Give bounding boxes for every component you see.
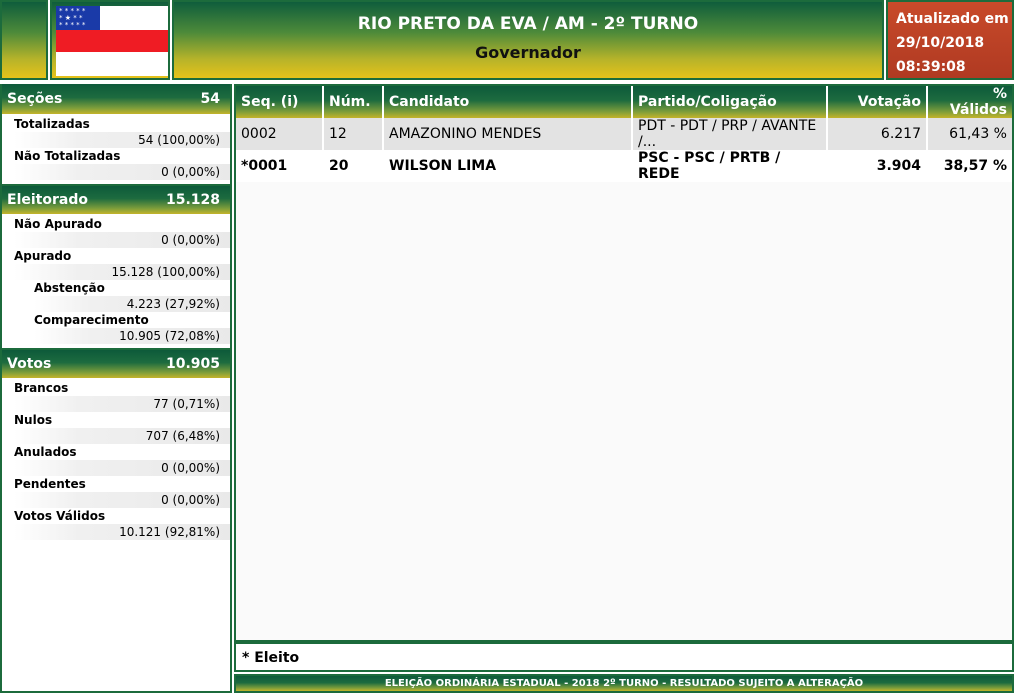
updated-label: Atualizado em xyxy=(896,11,1009,27)
cell-validos: 38,57 % xyxy=(927,150,1012,182)
totalizadas-value: 54 (100,00%) xyxy=(14,132,230,148)
column-header-num[interactable]: Núm. xyxy=(323,86,384,118)
cell-num: 20 xyxy=(323,150,384,182)
anulados-label: Anulados xyxy=(14,445,77,459)
office-subtitle: Governador xyxy=(475,43,581,62)
nao-apurado-value: 0 (0,00%) xyxy=(14,232,230,248)
amazonas-flag-icon: * * * * * * ★ * * * * * * * xyxy=(56,6,168,76)
comparecimento-label: Comparecimento xyxy=(34,313,149,327)
cell-num: 12 xyxy=(323,118,384,150)
votos-header: Votos 10.905 xyxy=(2,348,230,378)
apurado-label: Apurado xyxy=(14,249,72,263)
votos-label: Votos xyxy=(7,356,52,372)
column-header-validos[interactable]: % Válidos xyxy=(927,86,1012,118)
column-header-partido[interactable]: Partido/Coligação xyxy=(632,86,828,118)
header-left-panel xyxy=(0,0,48,80)
nulos-label: Nulos xyxy=(14,413,53,427)
status-footer-bar: ELEIÇÃO ORDINÁRIA ESTADUAL - 2018 2º TUR… xyxy=(234,674,1014,693)
comparecimento-value: 10.905 (72,08%) xyxy=(34,328,230,344)
column-header-votacao[interactable]: Votação xyxy=(827,86,928,118)
votos-validos-label: Votos Válidos xyxy=(14,509,106,523)
eleitorado-header: Eleitorado 15.128 xyxy=(2,184,230,214)
nao-totalizadas-value: 0 (0,00%) xyxy=(14,164,230,180)
updated-time: 08:39:08 xyxy=(896,59,966,75)
column-header-candidato[interactable]: Candidato xyxy=(383,86,633,118)
cell-votacao: 3.904 xyxy=(827,150,928,182)
eleitorado-label: Eleitorado xyxy=(7,192,88,208)
votos-value: 10.905 xyxy=(165,356,220,372)
nao-totalizadas-label: Não Totalizadas xyxy=(14,149,121,163)
totalizadas-label: Totalizadas xyxy=(14,117,90,131)
cell-votacao: 6.217 xyxy=(827,118,928,150)
secoes-label: Seções xyxy=(7,91,63,107)
flag-panel: * * * * * * ★ * * * * * * * xyxy=(50,0,170,80)
stats-panel: Seções 54 Totalizadas 54 (100,00%) Não T… xyxy=(0,84,232,693)
page-title: RIO PRETO DA EVA / AM - 2º TURNO xyxy=(357,14,699,34)
results-table-panel: Seq. (i) Núm. Candidato Partido/Coligaçã… xyxy=(234,84,1014,642)
updated-date: 29/10/2018 xyxy=(896,35,985,51)
apurado-value: 15.128 (100,00%) xyxy=(14,264,230,280)
cell-validos: 61,43 % xyxy=(927,118,1012,150)
abstencao-label: Abstenção xyxy=(34,281,105,295)
elected-note: * Eleito xyxy=(234,642,1014,672)
brancos-label: Brancos xyxy=(14,381,69,395)
secoes-value: 54 xyxy=(200,91,220,107)
nulos-value: 707 (6,48%) xyxy=(14,428,230,444)
cell-seq: 0002 xyxy=(236,118,324,150)
update-timestamp-panel: Atualizado em 29/10/2018 08:39:08 xyxy=(886,0,1014,80)
table-row: *0001 20 WILSON LIMA PSC - PSC / PRTB / … xyxy=(236,150,1012,182)
pendentes-value: 0 (0,00%) xyxy=(14,492,230,508)
eleitorado-value: 15.128 xyxy=(165,192,220,208)
nao-apurado-label: Não Apurado xyxy=(14,217,102,231)
results-table: Seq. (i) Núm. Candidato Partido/Coligaçã… xyxy=(236,86,1012,182)
cell-seq: *0001 xyxy=(236,150,324,182)
column-header-seq[interactable]: Seq. (i) xyxy=(236,86,324,118)
votos-validos-value: 10.121 (92,81%) xyxy=(14,524,230,540)
secoes-header: Seções 54 xyxy=(2,84,230,114)
cell-candidato: WILSON LIMA xyxy=(383,150,633,182)
cell-partido: PSC - PSC / PRTB / REDE xyxy=(632,150,828,182)
cell-candidato: AMAZONINO MENDES xyxy=(383,118,633,150)
brancos-value: 77 (0,71%) xyxy=(14,396,230,412)
anulados-value: 0 (0,00%) xyxy=(14,460,230,476)
table-row: 0002 12 AMAZONINO MENDES PDT - PDT / PRP… xyxy=(236,118,1012,150)
cell-partido: PDT - PDT / PRP / AVANTE /... xyxy=(632,118,828,150)
abstencao-value: 4.223 (27,92%) xyxy=(34,296,230,312)
pendentes-label: Pendentes xyxy=(14,477,86,491)
title-panel: RIO PRETO DA EVA / AM - 2º TURNO Governa… xyxy=(172,0,884,80)
